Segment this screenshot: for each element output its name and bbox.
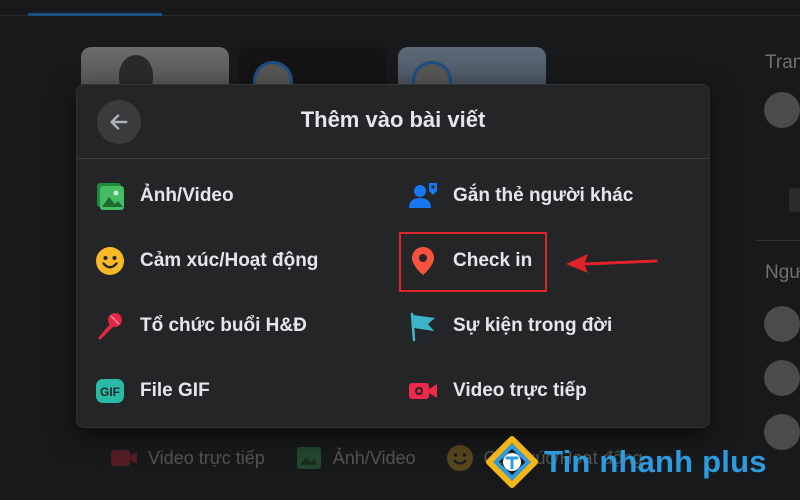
sidebar-section-title: Trang [765, 52, 800, 73]
avatar[interactable] [764, 360, 800, 396]
option-live-video[interactable]: Video trực tiếp [407, 371, 587, 411]
feeling-smiley-icon [446, 445, 473, 471]
option-tag-people[interactable]: Gắn thẻ người khác [407, 176, 633, 216]
option-label: Gắn thẻ người khác [453, 185, 634, 206]
svg-text:GIF: GIF [100, 385, 120, 399]
avatar[interactable] [764, 92, 800, 128]
photo-video-icon [94, 180, 126, 212]
option-label: Ảnh/Video [140, 185, 234, 206]
option-feeling-activity[interactable]: Cảm xúc/Hoạt động [94, 241, 318, 281]
bg-live-video-button[interactable]: Video trực tiếp [108, 442, 265, 474]
bg-action-label: Ảnh/Video [332, 447, 416, 468]
option-host-qa[interactable]: Tổ chức buổi H&Đ [94, 306, 307, 346]
option-label: Tổ chức buổi H&Đ [140, 315, 307, 336]
tag-people-icon [407, 180, 439, 212]
watermark: Tin nhanh plus [486, 436, 767, 488]
life-event-flag-icon [407, 310, 439, 342]
option-gif[interactable]: GIF File GIF [94, 371, 210, 411]
option-label: Video trực tiếp [453, 380, 587, 401]
dialog-title: Thêm vào bài viết [300, 107, 486, 132]
microphone-icon [94, 310, 126, 342]
watermark-text: Tin nhanh plus [544, 444, 767, 479]
bg-photo-video-button[interactable]: Ảnh/Video [293, 442, 416, 474]
option-label: Cảm xúc/Hoạt động [140, 250, 319, 271]
live-video-icon [407, 375, 439, 407]
avatar[interactable] [764, 306, 800, 342]
watermark-logo-icon [486, 436, 538, 488]
sidebar-section-title: Người [765, 262, 800, 283]
active-tab-indicator [28, 13, 162, 16]
sidebar-button[interactable] [789, 188, 800, 212]
live-video-icon [111, 450, 137, 466]
feeling-smiley-icon [94, 245, 126, 277]
check-in-highlight-box [399, 232, 547, 292]
bg-action-label: Video trực tiếp [148, 447, 265, 468]
annotation-arrow-icon [566, 254, 658, 273]
right-sidebar: Trang Người [755, 40, 800, 500]
option-label: File GIF [140, 380, 210, 401]
option-label: Sự kiện trong đời [453, 315, 613, 336]
photo-video-icon [296, 447, 321, 469]
option-photo-video[interactable]: Ảnh/Video [94, 176, 234, 216]
dialog-header: Thêm vào bài viết [77, 85, 709, 159]
sidebar-divider [755, 240, 800, 241]
option-life-event[interactable]: Sự kiện trong đời [407, 306, 612, 346]
avatar[interactable] [764, 414, 800, 450]
gif-icon: GIF [94, 375, 126, 407]
